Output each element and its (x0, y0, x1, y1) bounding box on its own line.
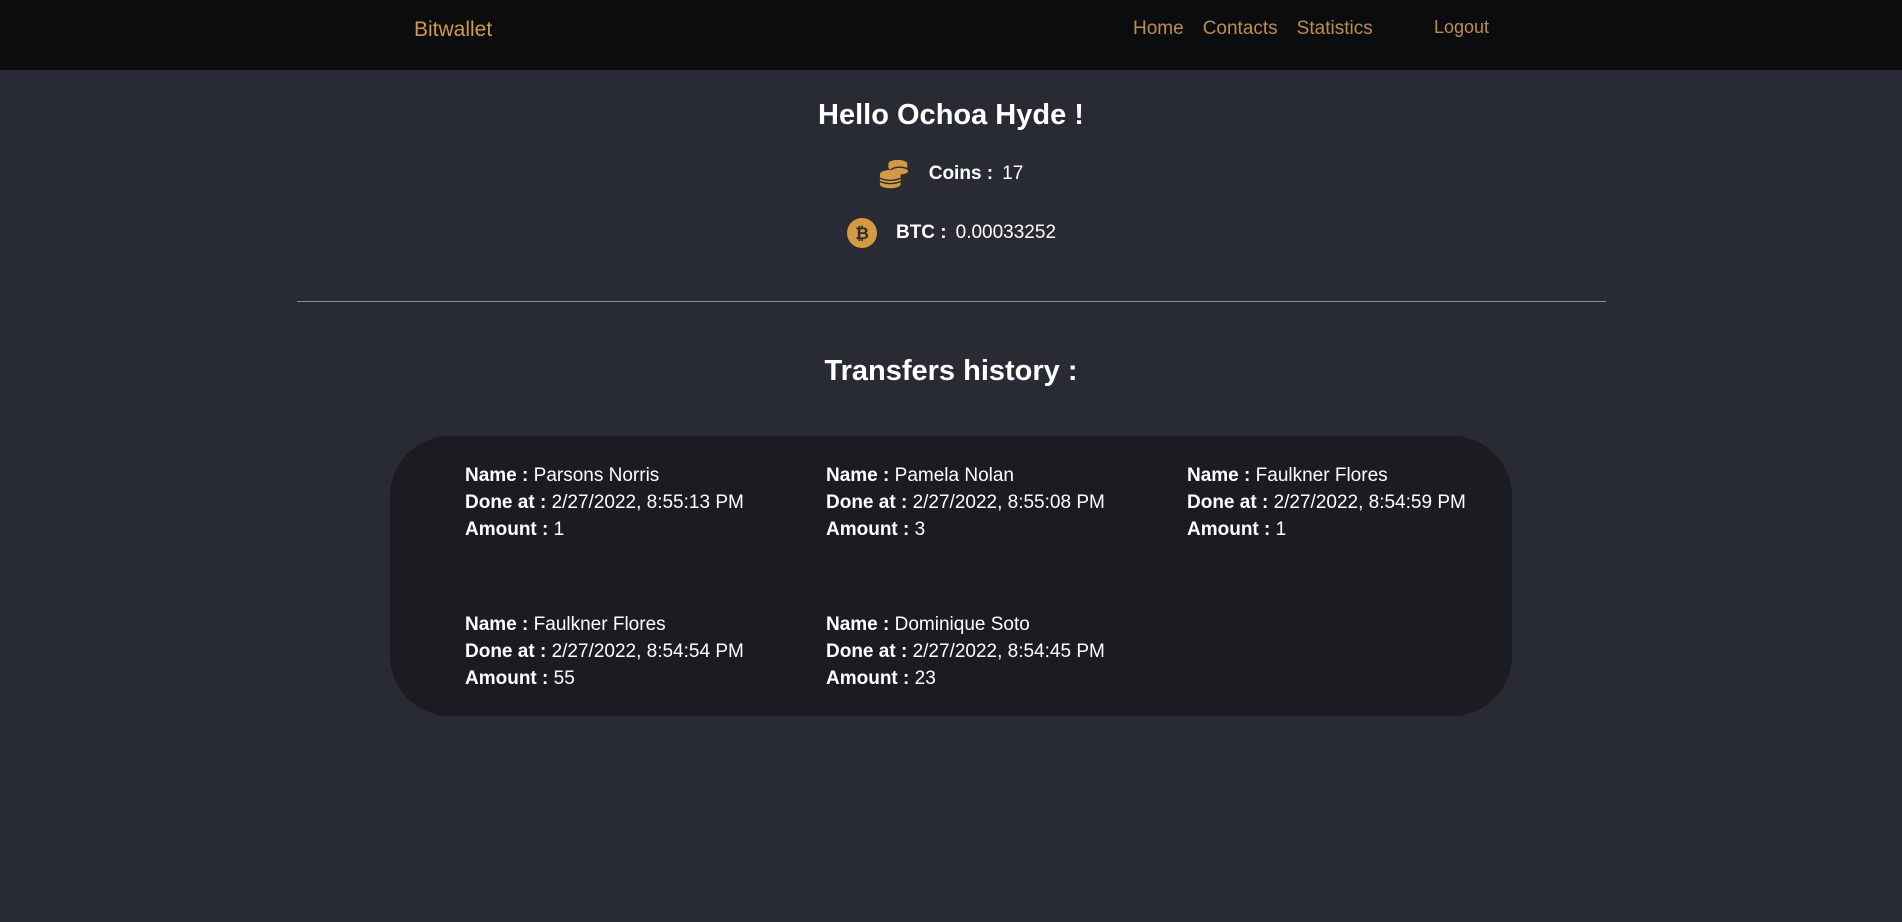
transfers-list: Name : Parsons Norris Done at : 2/27/202… (390, 436, 1512, 716)
transfer-card: Name : Dominique Soto Done at : 2/27/202… (826, 611, 1105, 692)
done-at-value: 2/27/2022, 8:54:54 PM (551, 641, 744, 662)
btc-balance: ₿ BTC : 0.00033252 (0, 217, 1902, 249)
coins-stack-icon (879, 158, 911, 190)
nav-link-contacts[interactable]: Contacts (1203, 18, 1278, 40)
done-at-label: Done at : (826, 492, 908, 513)
amount-label: Amount : (826, 668, 910, 689)
name-label: Name : (465, 465, 529, 486)
transfer-amount: Amount : 55 (465, 665, 744, 692)
transfer-card: Name : Pamela Nolan Done at : 2/27/2022,… (826, 462, 1105, 543)
name-label: Name : (465, 614, 529, 635)
brand-logo[interactable]: Bitwallet (414, 18, 492, 42)
amount-label: Amount : (826, 519, 910, 540)
name-value: Faulkner Flores (533, 614, 666, 635)
transfer-name: Name : Dominique Soto (826, 611, 1105, 638)
transfer-name: Name : Pamela Nolan (826, 462, 1105, 489)
nav-link-home[interactable]: Home (1133, 18, 1184, 40)
transfer-done-at: Done at : 2/27/2022, 8:55:13 PM (465, 489, 744, 516)
transfer-amount: Amount : 1 (1187, 516, 1466, 543)
transfers-history-title: Transfers history : (824, 355, 1078, 387)
name-label: Name : (826, 614, 890, 635)
name-value: Faulkner Flores (1255, 465, 1388, 486)
bitcoin-icon: ₿ (846, 217, 878, 249)
btc-value: 0.00033252 (955, 222, 1057, 243)
nav-links: Home Contacts Statistics (1133, 18, 1373, 40)
amount-label: Amount : (465, 668, 549, 689)
amount-label: Amount : (465, 519, 549, 540)
coins-value: 17 (1002, 163, 1024, 184)
name-value: Pamela Nolan (894, 465, 1014, 486)
navbar: Bitwallet Home Contacts Statistics Logou… (0, 0, 1902, 70)
coins-balance: Coins : 17 (0, 158, 1902, 190)
done-at-value: 2/27/2022, 8:55:13 PM (551, 492, 744, 513)
done-at-label: Done at : (465, 641, 547, 662)
coins-label: Coins : (928, 163, 994, 184)
amount-value: 3 (914, 519, 926, 540)
transfer-amount: Amount : 3 (826, 516, 1105, 543)
done-at-label: Done at : (826, 641, 908, 662)
section-divider (297, 301, 1606, 302)
amount-value: 1 (1275, 519, 1287, 540)
done-at-label: Done at : (465, 492, 547, 513)
amount-label: Amount : (1187, 519, 1271, 540)
transfer-done-at: Done at : 2/27/2022, 8:54:59 PM (1187, 489, 1466, 516)
amount-value: 55 (553, 668, 575, 689)
transfer-amount: Amount : 1 (465, 516, 744, 543)
transfer-name: Name : Parsons Norris (465, 462, 744, 489)
svg-text:₿: ₿ (855, 224, 869, 244)
done-at-label: Done at : (1187, 492, 1269, 513)
amount-value: 23 (914, 668, 936, 689)
transfer-name: Name : Faulkner Flores (1187, 462, 1466, 489)
name-label: Name : (826, 465, 890, 486)
btc-label: BTC : (895, 222, 947, 243)
greeting-title: Hello Ochoa Hyde ! (818, 99, 1084, 131)
transfer-done-at: Done at : 2/27/2022, 8:55:08 PM (826, 489, 1105, 516)
transfer-card: Name : Faulkner Flores Done at : 2/27/20… (1187, 462, 1466, 543)
transfer-done-at: Done at : 2/27/2022, 8:54:45 PM (826, 638, 1105, 665)
transfer-name: Name : Faulkner Flores (465, 611, 744, 638)
transfer-amount: Amount : 23 (826, 665, 1105, 692)
transfer-card: Name : Faulkner Flores Done at : 2/27/20… (465, 611, 744, 692)
done-at-value: 2/27/2022, 8:55:08 PM (912, 492, 1105, 513)
logout-button[interactable]: Logout (1434, 17, 1489, 38)
amount-value: 1 (553, 519, 565, 540)
transfer-card: Name : Parsons Norris Done at : 2/27/202… (465, 462, 744, 543)
done-at-value: 2/27/2022, 8:54:45 PM (912, 641, 1105, 662)
done-at-value: 2/27/2022, 8:54:59 PM (1273, 492, 1466, 513)
name-label: Name : (1187, 465, 1251, 486)
name-value: Dominique Soto (894, 614, 1030, 635)
transfer-done-at: Done at : 2/27/2022, 8:54:54 PM (465, 638, 744, 665)
name-value: Parsons Norris (533, 465, 660, 486)
nav-link-statistics[interactable]: Statistics (1297, 18, 1373, 40)
